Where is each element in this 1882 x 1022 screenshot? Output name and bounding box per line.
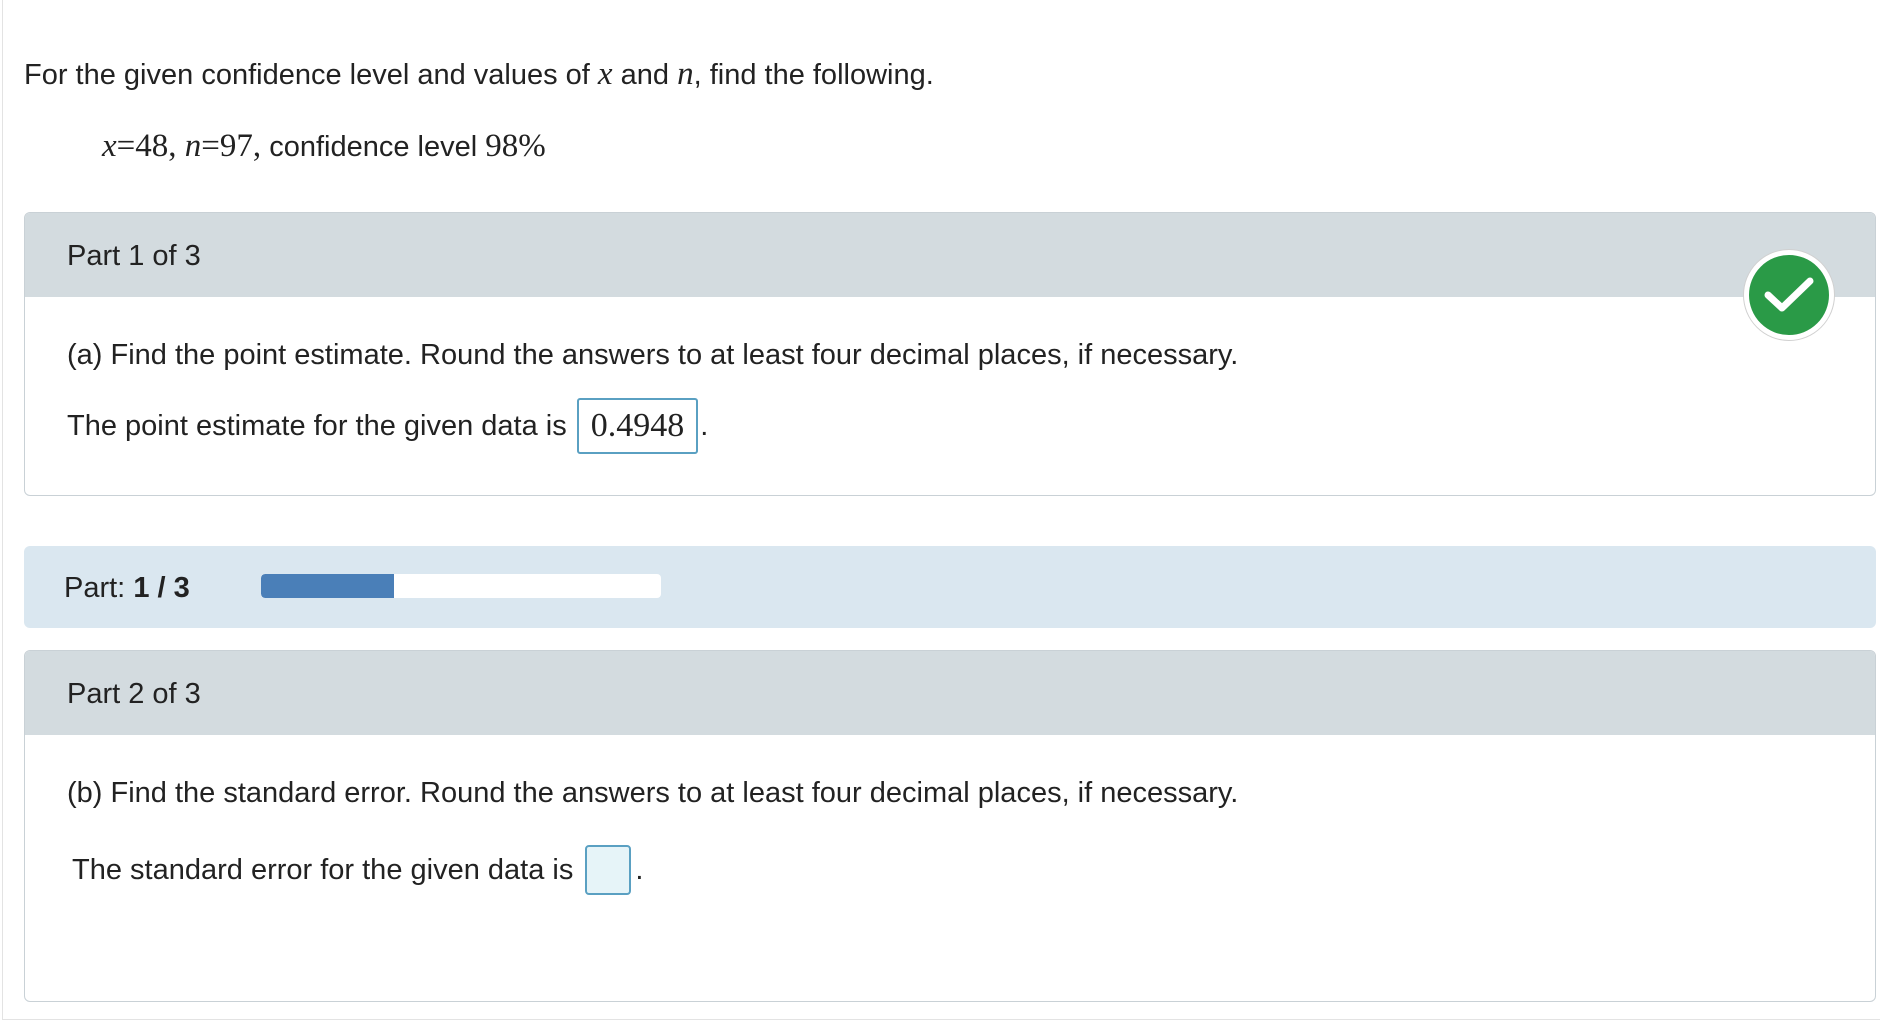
correct-checkmark-icon — [1744, 250, 1834, 340]
given-n-eq: =97, — [201, 128, 262, 164]
given-n-var: n — [184, 128, 202, 164]
given-confidence-value: 98% — [485, 128, 546, 164]
standard-error-input[interactable] — [585, 845, 632, 895]
progress-label-text: Part: — [64, 572, 126, 604]
var-x: x — [597, 56, 613, 92]
given-values: x=48, n=97, confidence level 98% — [102, 128, 546, 165]
progress-bar — [261, 574, 661, 598]
checkmark-icon — [1764, 277, 1814, 312]
intro-text-before: For the given confidence level and value… — [24, 59, 598, 91]
part-2-header: Part 2 of 3 — [25, 651, 1875, 735]
part-1-answer-prefix: The point estimate for the given data is — [67, 409, 567, 442]
problem-statement: For the given confidence level and value… — [24, 56, 934, 93]
progress-label: Part: 1 / 3 — [64, 572, 190, 605]
point-estimate-input[interactable]: 0.4948 — [576, 398, 699, 454]
part-1-answer-suffix: . — [700, 409, 709, 442]
given-confidence-text: confidence level — [261, 131, 486, 163]
part-1-header: Part 1 of 3 — [25, 213, 1875, 297]
part-2-answer-suffix: . — [635, 853, 644, 886]
part-1-question: (a) Find the point estimate. Round the a… — [67, 339, 1239, 371]
part-2-panel: Part 2 of 3 (b) Find the standard error.… — [24, 650, 1876, 1002]
part-1-answer-row: The point estimate for the given data is… — [67, 398, 708, 454]
intro-text-after: , find the following. — [693, 59, 934, 91]
part-2-answer-row: The standard error for the given data is… — [72, 845, 643, 895]
intro-and: and — [612, 59, 678, 91]
var-n: n — [677, 56, 694, 92]
part-progress: Part: 1 / 3 — [24, 546, 1876, 628]
given-x-var: x — [102, 128, 117, 164]
progress-bar-fill — [261, 574, 395, 598]
progress-count: 1 / 3 — [133, 572, 190, 604]
given-x-eq: =48, — [116, 128, 185, 164]
part-1-panel: Part 1 of 3 (a) Find the point estimate.… — [24, 212, 1876, 496]
part-2-question: (b) Find the standard error. Round the a… — [67, 777, 1239, 809]
part-2-answer-prefix: The standard error for the given data is — [72, 853, 574, 886]
